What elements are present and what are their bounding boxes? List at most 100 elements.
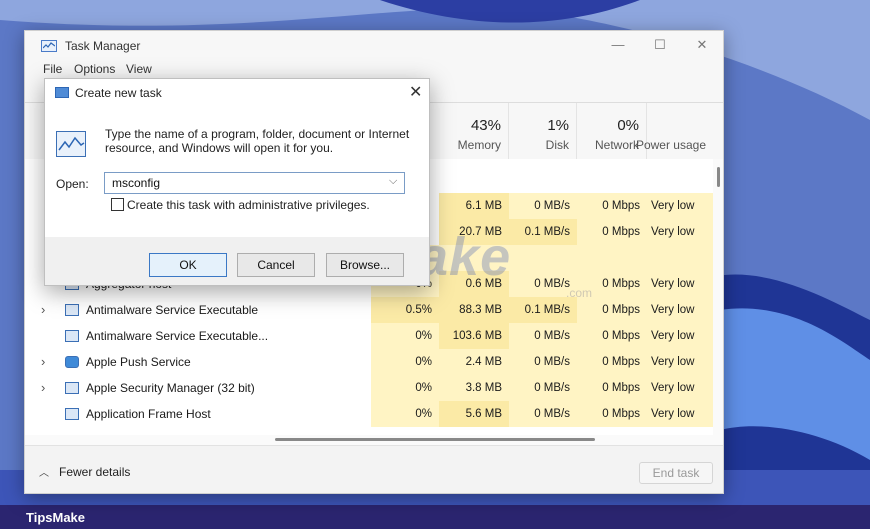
menu-bar: File Options View — [25, 59, 723, 79]
expand-chevron-icon[interactable]: › — [41, 297, 45, 323]
chevron-down-icon[interactable]: ⌵ — [389, 175, 397, 188]
cpu-cell: 0% — [371, 349, 439, 375]
open-input[interactable]: msconfig — [104, 172, 405, 194]
apple-push-icon — [65, 356, 79, 368]
process-icon — [65, 330, 79, 342]
power-cell: Very low — [647, 219, 713, 245]
network-cell: 0 Mbps — [577, 193, 647, 219]
close-window-button[interactable]: ✕ — [687, 35, 717, 55]
disk-percent: 1% — [547, 117, 569, 134]
watermark-suffix: .com — [566, 286, 593, 300]
power-cell: Very low — [647, 193, 713, 219]
expand-chevron-icon[interactable]: › — [41, 375, 45, 401]
column-disk[interactable]: 1% Disk — [509, 103, 577, 159]
horizontal-scrollbar[interactable] — [25, 435, 713, 445]
cpu-cell: 0% — [371, 375, 439, 401]
vertical-scroll-thumb[interactable] — [717, 167, 720, 187]
disk-cell: 0 MB/s — [509, 349, 577, 375]
column-memory[interactable]: 43% Memory — [439, 103, 509, 159]
vertical-scrollbar[interactable] — [713, 159, 723, 445]
process-name: Application Frame Host — [86, 407, 211, 421]
process-name: Apple Security Manager (32 bit) — [86, 381, 255, 395]
power-cell: Very low — [647, 401, 713, 427]
memory-percent: 43% — [470, 117, 501, 134]
table-row[interactable]: Application Frame Host 0% 5.6 MB 0 MB/s … — [25, 401, 713, 427]
disk-cell: 0 MB/s — [509, 193, 577, 219]
brand-bar-text: TipsMake — [26, 510, 86, 525]
open-label: Open: — [56, 177, 89, 191]
window-title: Task Manager — [65, 39, 141, 53]
dialog-title-bar: Create new task ✕ — [45, 79, 429, 105]
network-cell — [577, 245, 647, 271]
memory-cell: 2.4 MB — [439, 349, 509, 375]
network-percent: 0% — [617, 117, 639, 134]
menu-view[interactable]: View — [126, 62, 152, 76]
cpu-cell: 0.5% — [371, 297, 439, 323]
disk-cell: 0 MB/s — [509, 401, 577, 427]
disk-cell: 0 MB/s — [509, 323, 577, 349]
network-cell: 0 Mbps — [577, 349, 647, 375]
process-name: Antimalware Service Executable — [86, 303, 259, 317]
fewer-details-label: Fewer details — [59, 465, 131, 479]
dialog-description: Type the name of a program, folder, docu… — [105, 127, 410, 155]
power-cell: Very low — [647, 323, 713, 349]
brand-bar: TipsMake — [0, 505, 870, 529]
dialog-body: Type the name of a program, folder, docu… — [45, 105, 429, 237]
minimize-button[interactable]: — — [603, 35, 633, 55]
disk-cell — [509, 245, 577, 271]
power-cell: Very low — [647, 349, 713, 375]
network-cell: 0 Mbps — [577, 401, 647, 427]
process-name: Apple Push Service — [86, 355, 191, 369]
create-new-task-dialog: Create new task ✕ Type the name of a pro… — [44, 78, 430, 286]
disk-cell: 0.1 MB/s — [509, 297, 577, 323]
power-cell: Very low — [647, 297, 713, 323]
memory-cell: 88.3 MB — [439, 297, 509, 323]
cpu-cell: 0% — [371, 401, 439, 427]
table-row[interactable]: Antimalware Service Executable... 0% 103… — [25, 323, 713, 349]
memory-cell: 103.6 MB — [439, 323, 509, 349]
power-cell: Very low — [647, 271, 713, 297]
process-icon — [65, 408, 79, 420]
network-cell: 0 Mbps — [577, 219, 647, 245]
network-cell: 0 Mbps — [577, 297, 647, 323]
memory-cell: 6.1 MB — [439, 193, 509, 219]
end-task-button[interactable]: End task — [639, 462, 713, 484]
cancel-button[interactable]: Cancel — [237, 253, 315, 277]
admin-privileges-label: Create this task with administrative pri… — [127, 198, 370, 212]
disk-label: Disk — [545, 138, 569, 152]
disk-cell: 0.1 MB/s — [509, 219, 577, 245]
process-icon — [65, 304, 79, 316]
dialog-title: Create new task — [75, 86, 162, 100]
menu-file[interactable]: File — [43, 62, 62, 76]
run-icon — [55, 87, 69, 98]
task-manager-icon — [56, 131, 86, 157]
network-label: Network — [594, 138, 639, 152]
memory-label: Memory — [457, 138, 501, 152]
horizontal-scroll-thumb[interactable] — [275, 438, 595, 441]
expand-chevron-icon[interactable]: › — [41, 349, 45, 375]
fewer-details-button[interactable]: ︿ Fewer details — [39, 464, 130, 479]
maximize-button[interactable]: ☐ — [645, 35, 675, 55]
memory-cell: 3.8 MB — [439, 375, 509, 401]
column-power-usage[interactable]: Power usage — [636, 103, 713, 159]
disk-cell: 0 MB/s — [509, 375, 577, 401]
ok-button[interactable]: OK — [149, 253, 227, 277]
menu-options[interactable]: Options — [74, 62, 115, 76]
process-name: Antimalware Service Executable... — [86, 329, 269, 343]
power-usage-label: Power usage — [635, 138, 706, 152]
network-cell: 0 Mbps — [577, 375, 647, 401]
power-cell: Very low — [647, 375, 713, 401]
dialog-close-button[interactable]: ✕ — [409, 82, 422, 102]
table-row[interactable]: › Apple Push Service 0% 2.4 MB 0 MB/s 0 … — [25, 349, 713, 375]
table-row[interactable]: › Antimalware Service Executable 0.5% 88… — [25, 297, 713, 323]
table-row[interactable]: › Apple Security Manager (32 bit) 0% 3.8… — [25, 375, 713, 401]
task-manager-footer: ︿ Fewer details End task — [25, 445, 723, 493]
memory-cell: 5.6 MB — [439, 401, 509, 427]
power-cell — [647, 245, 713, 271]
browse-button[interactable]: Browse... — [326, 253, 404, 277]
network-cell: 0 Mbps — [577, 323, 647, 349]
process-icon — [65, 382, 79, 394]
task-manager-icon — [41, 40, 57, 52]
admin-privileges-checkbox[interactable] — [111, 198, 124, 211]
cpu-cell: 0% — [371, 323, 439, 349]
